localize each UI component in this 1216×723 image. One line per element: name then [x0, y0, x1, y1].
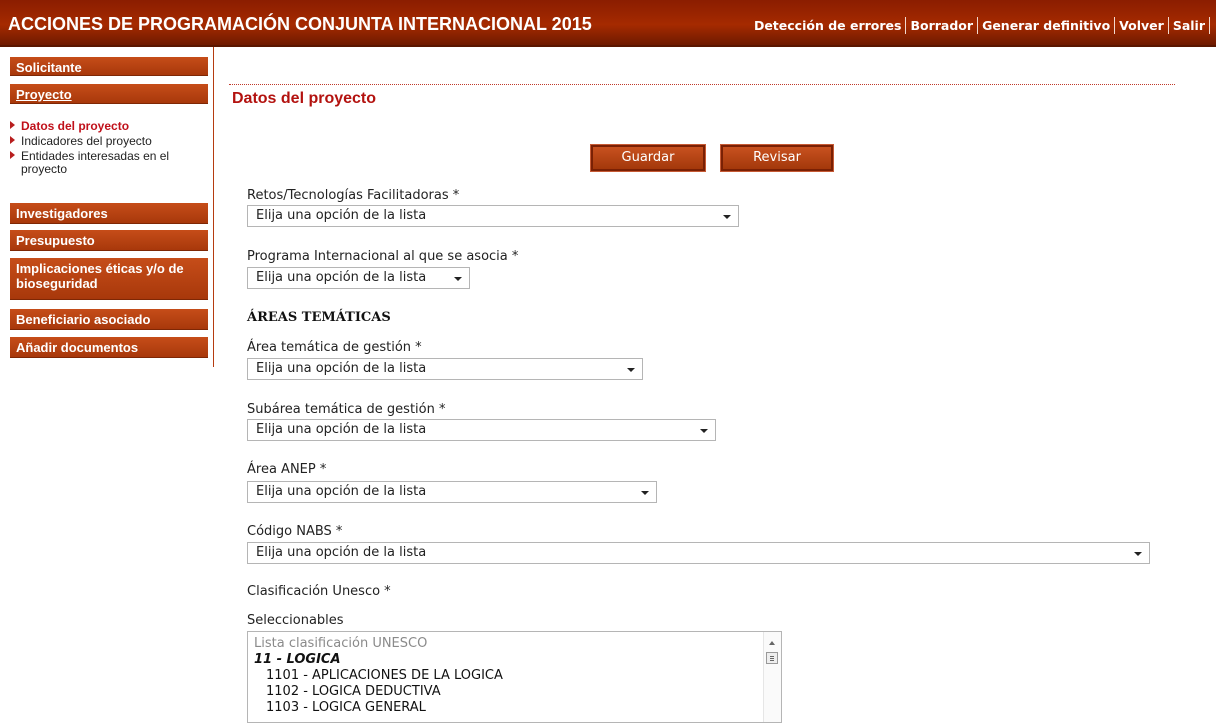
chevron-down-icon: [1134, 552, 1142, 556]
list-item[interactable]: 1101 - APLICACIONES DE LA LOGICA: [266, 668, 503, 684]
sidebar-item-beneficiario[interactable]: Beneficiario asociado: [10, 309, 208, 330]
select-value: Elija una opción de la lista: [256, 545, 427, 560]
chevron-down-icon: [641, 491, 649, 495]
subarea-label: Subárea temática de gestión *: [247, 402, 446, 417]
save-button[interactable]: Guardar: [590, 144, 706, 172]
nav-borrador[interactable]: Borrador: [908, 18, 975, 33]
nav-salir[interactable]: Salir: [1171, 18, 1207, 33]
sidebar: Solicitante Proyecto Datos del proyecto …: [0, 47, 214, 367]
unesco-label: Clasificación Unesco *: [247, 584, 391, 599]
nabs-select[interactable]: Elija una opción de la lista: [247, 542, 1150, 564]
main-content: Datos del proyecto Guardar Revisar Retos…: [229, 47, 1209, 723]
scroll-thumb[interactable]: [766, 652, 778, 664]
select-value: Elija una opción de la lista: [256, 270, 427, 285]
area-gestion-label: Área temática de gestión *: [247, 340, 422, 355]
sidebar-item-proyecto[interactable]: Proyecto: [10, 84, 208, 104]
nabs-label: Código NABS *: [247, 524, 343, 539]
nav-generar-definitivo[interactable]: Generar definitivo: [980, 18, 1112, 33]
chevron-down-icon: [454, 277, 462, 281]
chevron-down-icon: [723, 215, 731, 219]
top-bar: ACCIONES DE PROGRAMACIÓN CONJUNTA INTERN…: [0, 0, 1216, 47]
sidebar-subitem-entidades[interactable]: Entidades interesadas en el proyecto: [10, 150, 210, 176]
top-nav: Detección de errores Borrador Generar defi…: [752, 17, 1212, 34]
arrow-right-icon: [10, 151, 15, 159]
programa-label: Programa Internacional al que se asocia …: [247, 249, 519, 264]
scroll-up-arrow-icon[interactable]: [769, 641, 775, 645]
list-item[interactable]: 1103 - LOGICA GENERAL: [266, 700, 426, 716]
scrollbar[interactable]: [763, 632, 781, 722]
select-value: Elija una opción de la lista: [256, 422, 427, 437]
nav-separator: [977, 17, 979, 34]
sidebar-item-presupuesto[interactable]: Presupuesto: [10, 230, 208, 251]
select-value: Elija una opción de la lista: [256, 484, 427, 499]
subitem-label: Datos del proyecto: [21, 119, 130, 133]
subitem-label: Indicadores del proyecto: [21, 134, 152, 148]
select-value: Elija una opción de la lista: [256, 361, 427, 376]
review-button[interactable]: Revisar: [720, 144, 834, 172]
sidebar-item-solicitante[interactable]: Solicitante: [10, 57, 208, 76]
nav-separator: [1167, 17, 1169, 34]
sidebar-item-anadir-documentos[interactable]: Añadir documentos: [10, 337, 208, 358]
retos-label: Retos/Tecnologías Facilitadoras *: [247, 188, 460, 203]
sidebar-subitem-datos-proyecto[interactable]: Datos del proyecto: [10, 120, 210, 133]
divider: [229, 84, 1175, 85]
seleccionables-label: Seleccionables: [247, 613, 344, 628]
unesco-listbox[interactable]: Lista clasificación UNESCO 11 - LOGICA 1…: [247, 631, 782, 723]
list-group[interactable]: 11 - LOGICA: [254, 652, 341, 668]
anep-select[interactable]: Elija una opción de la lista: [247, 481, 657, 503]
subitem-label: Entidades interesadas en el proyecto: [21, 149, 170, 176]
sidebar-item-implicaciones-eticas[interactable]: Implicaciones éticas y/o de bioseguridad: [10, 258, 208, 300]
app-title: ACCIONES DE PROGRAMACIÓN CONJUNTA INTERN…: [8, 14, 592, 34]
programa-select[interactable]: Elija una opción de la lista: [247, 267, 470, 289]
nav-deteccion-errores[interactable]: Detección de errores: [752, 18, 904, 33]
nav-volver[interactable]: Volver: [1117, 18, 1166, 33]
areas-tematicas-heading: ÁREAS TEMÁTICAS: [247, 310, 391, 325]
sidebar-subitem-indicadores[interactable]: Indicadores del proyecto: [10, 135, 210, 148]
anep-label: Área ANEP *: [247, 462, 327, 477]
retos-select[interactable]: Elija una opción de la lista: [247, 205, 739, 227]
list-header: Lista clasificación UNESCO: [254, 636, 428, 651]
nav-separator: [1209, 17, 1210, 34]
list-item[interactable]: 1102 - LOGICA DEDUCTIVA: [266, 684, 441, 700]
chevron-down-icon: [700, 429, 708, 433]
sidebar-item-investigadores[interactable]: Investigadores: [10, 203, 208, 224]
nav-separator: [905, 17, 907, 34]
nav-separator: [1114, 17, 1116, 34]
page-title: Datos del proyecto: [232, 90, 377, 107]
select-value: Elija una opción de la lista: [256, 208, 427, 223]
area-gestion-select[interactable]: Elija una opción de la lista: [247, 358, 643, 380]
subarea-select[interactable]: Elija una opción de la lista: [247, 419, 716, 441]
chevron-down-icon: [627, 368, 635, 372]
arrow-right-icon: [10, 136, 15, 144]
arrow-right-icon: [10, 121, 15, 129]
